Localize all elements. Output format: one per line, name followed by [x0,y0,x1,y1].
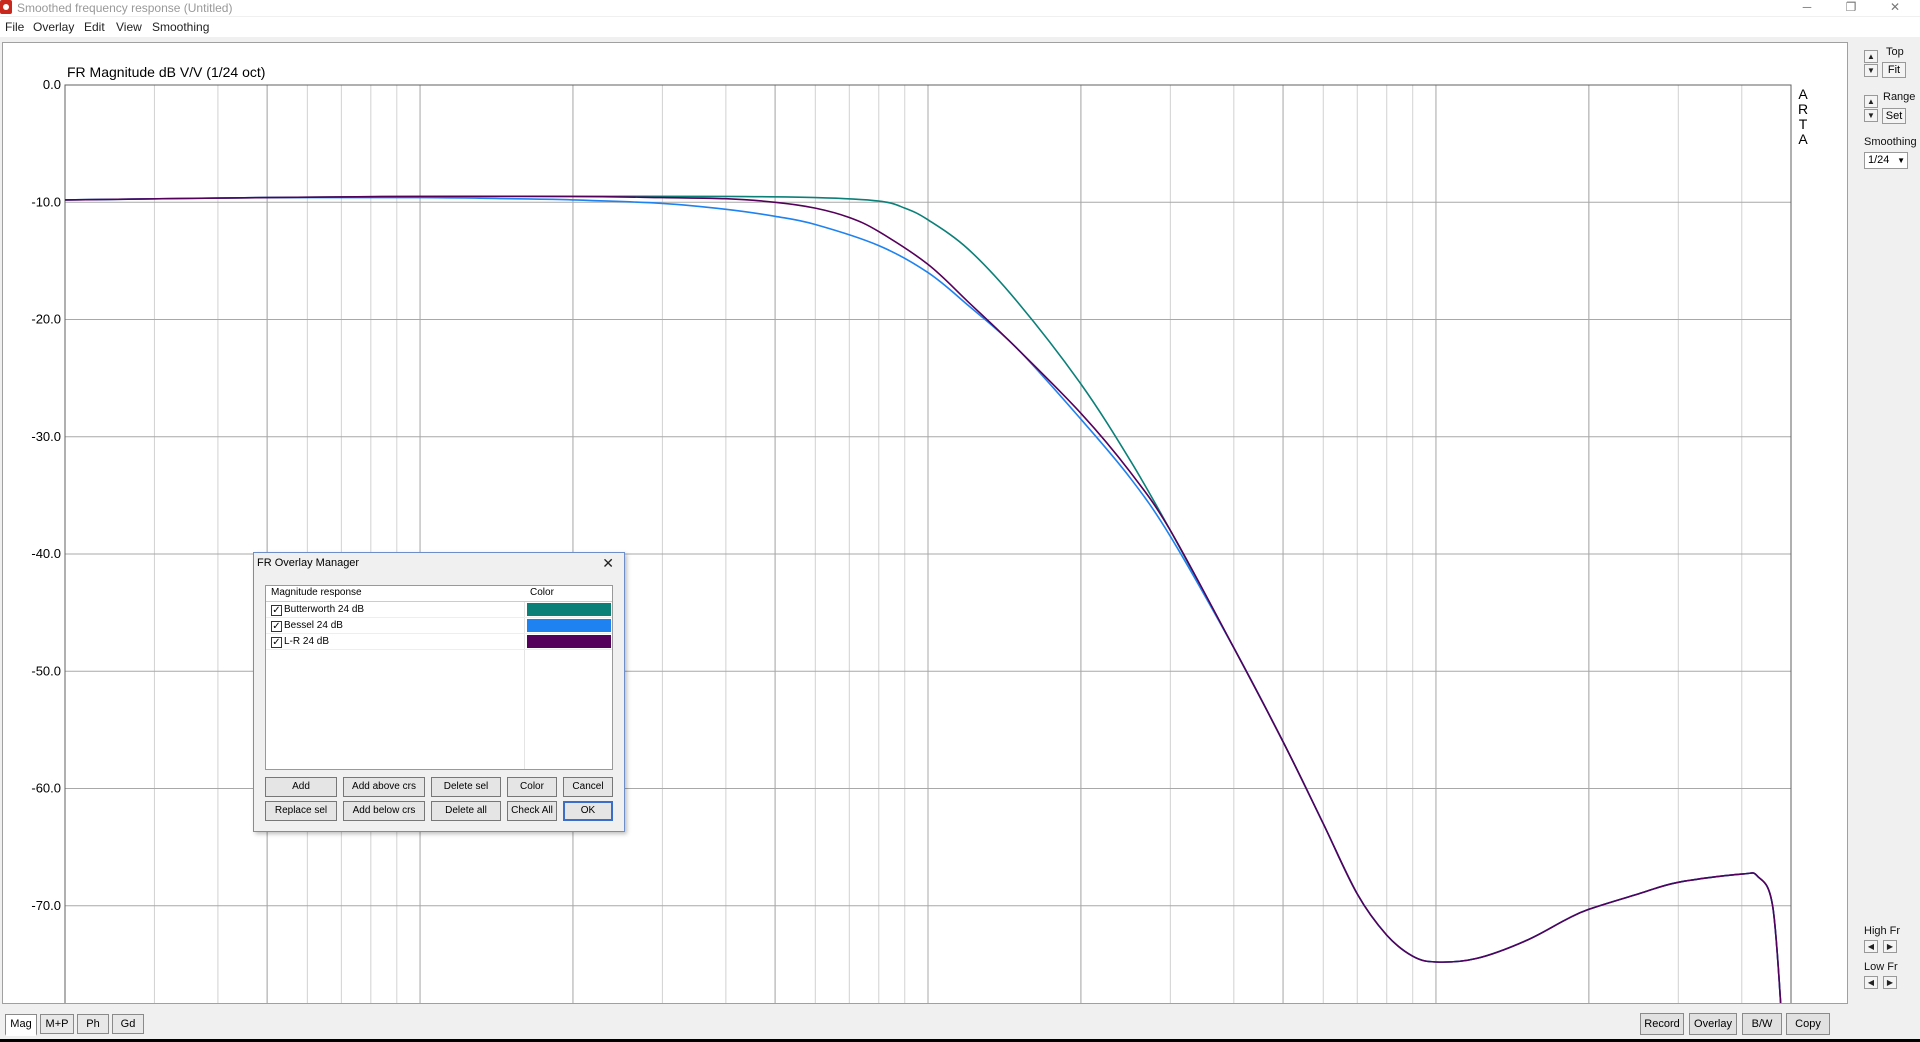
y-tick-label: -30.0 [31,429,61,444]
tab-ph[interactable]: Ph [77,1014,109,1034]
color-button[interactable]: Color [507,777,557,797]
overlay-manager-dialog: FR Overlay Manager ✕ Magnitude response … [253,552,625,832]
high-fr-right-button[interactable]: ▶ [1883,940,1897,953]
add-below-crs-button[interactable]: Add below crs [343,801,425,821]
dialog-title: FR Overlay Manager [257,557,360,569]
record-button[interactable]: Record [1640,1013,1684,1035]
low-fr-label: Low Fr [1864,961,1898,973]
y-tick-label: -10.0 [31,194,61,209]
replace-sel-button[interactable]: Replace sel [265,801,337,821]
smoothing-value: 1/24 [1868,154,1890,166]
fit-button[interactable]: Fit [1882,62,1906,78]
high-fr-left-button[interactable]: ◀ [1864,940,1878,953]
app-icon [0,0,12,14]
range-up-button[interactable]: ▲ [1864,95,1878,108]
checkbox[interactable]: ✓ [271,621,282,632]
overlay-name: L-R 24 dB [284,636,330,647]
overlay-name: Butterworth 24 dB [284,604,365,615]
menu-edit[interactable]: Edit [84,20,105,34]
menu-file[interactable]: File [5,20,24,34]
bottom-bar: Mag M+P Ph Gd Record Overlay B/W Copy [0,1006,1920,1042]
cancel-button[interactable]: Cancel [563,777,613,797]
color-swatch[interactable] [527,619,611,632]
frequency-response-chart[interactable]: 0.0-10.0-20.0-30.0-40.0-50.0-60.0-70.0-8… [3,43,1847,1003]
delete-sel-button[interactable]: Delete sel [431,777,501,797]
menu-view[interactable]: View [116,20,142,34]
minimize-button[interactable]: ─ [1792,0,1822,16]
set-button[interactable]: Set [1882,108,1906,124]
smoothing-label: Smoothing [1864,136,1917,148]
tab-gd[interactable]: Gd [112,1014,144,1034]
chart-title: FR Magnitude dB V/V (1/24 oct) [67,64,265,80]
column-header-color[interactable]: Color [530,587,554,598]
top-up-button[interactable]: ▲ [1864,50,1878,63]
copy-button[interactable]: Copy [1786,1013,1830,1035]
y-tick-label: -50.0 [31,663,61,678]
restore-button[interactable]: ❐ [1836,0,1866,16]
overlay-button[interactable]: Overlay [1689,1013,1737,1035]
smoothing-select[interactable]: 1/24 ▼ [1864,152,1908,169]
tab-m-p[interactable]: M+P [40,1014,74,1034]
list-item[interactable]: ✓ Bessel 24 dB [266,618,612,634]
close-button[interactable]: ✕ [1880,0,1910,16]
tab-mag[interactable]: Mag [5,1014,37,1036]
color-swatch[interactable] [527,603,611,616]
menu-smoothing[interactable]: Smoothing [152,20,209,34]
checkbox[interactable]: ✓ [271,605,282,616]
range-label: Range [1883,91,1916,103]
delete-all-button[interactable]: Delete all [431,801,501,821]
y-tick-label: -70.0 [31,898,61,913]
chevron-down-icon: ▼ [1897,156,1905,165]
arta-watermark-letter: A [1798,131,1808,147]
dialog-close-icon[interactable]: ✕ [602,555,614,572]
check-all-button[interactable]: Check All [507,801,557,821]
column-header-name[interactable]: Magnitude response [271,587,362,598]
top-label: Top [1886,46,1904,58]
overlay-name: Bessel 24 dB [284,620,343,631]
menu-bar: File Overlay Edit View Smoothing [0,17,1920,37]
y-tick-label: 0.0 [43,77,61,92]
menu-overlay[interactable]: Overlay [33,20,74,34]
list-item[interactable]: ✓ L-R 24 dB [266,634,612,650]
list-header: Magnitude response Color [266,586,612,602]
y-tick-label: -60.0 [31,781,61,796]
plot-frame[interactable]: 0.0-10.0-20.0-30.0-40.0-50.0-60.0-70.0-8… [2,42,1848,1004]
low-fr-left-button[interactable]: ◀ [1864,976,1878,989]
window-title: Smoothed frequency response (Untitled) [17,1,233,15]
y-tick-label: -40.0 [31,546,61,561]
bw-button[interactable]: B/W [1742,1013,1782,1035]
title-bar: Smoothed frequency response (Untitled) ─… [0,0,1920,16]
high-fr-label: High Fr [1864,925,1901,937]
add-button[interactable]: Add [265,777,337,797]
ok-button[interactable]: OK [563,801,613,821]
overlay-list[interactable]: Magnitude response Color ✓ Butterworth 2… [265,585,613,770]
add-above-crs-button[interactable]: Add above crs [343,777,425,797]
arta-watermark-letter: A [1798,86,1808,102]
arta-watermark-letter: R [1798,101,1808,117]
color-swatch[interactable] [527,635,611,648]
top-down-button[interactable]: ▼ [1864,64,1878,77]
low-fr-right-button[interactable]: ▶ [1883,976,1897,989]
arta-watermark-letter: T [1799,116,1808,132]
checkbox[interactable]: ✓ [271,637,282,648]
list-item[interactable]: ✓ Butterworth 24 dB [266,602,612,618]
y-tick-label: -20.0 [31,312,61,327]
range-down-button[interactable]: ▼ [1864,109,1878,122]
right-control-panel: Top ▲ ▼ Fit Range ▲ ▼ Set Smoothing 1/24… [1850,42,1920,1004]
